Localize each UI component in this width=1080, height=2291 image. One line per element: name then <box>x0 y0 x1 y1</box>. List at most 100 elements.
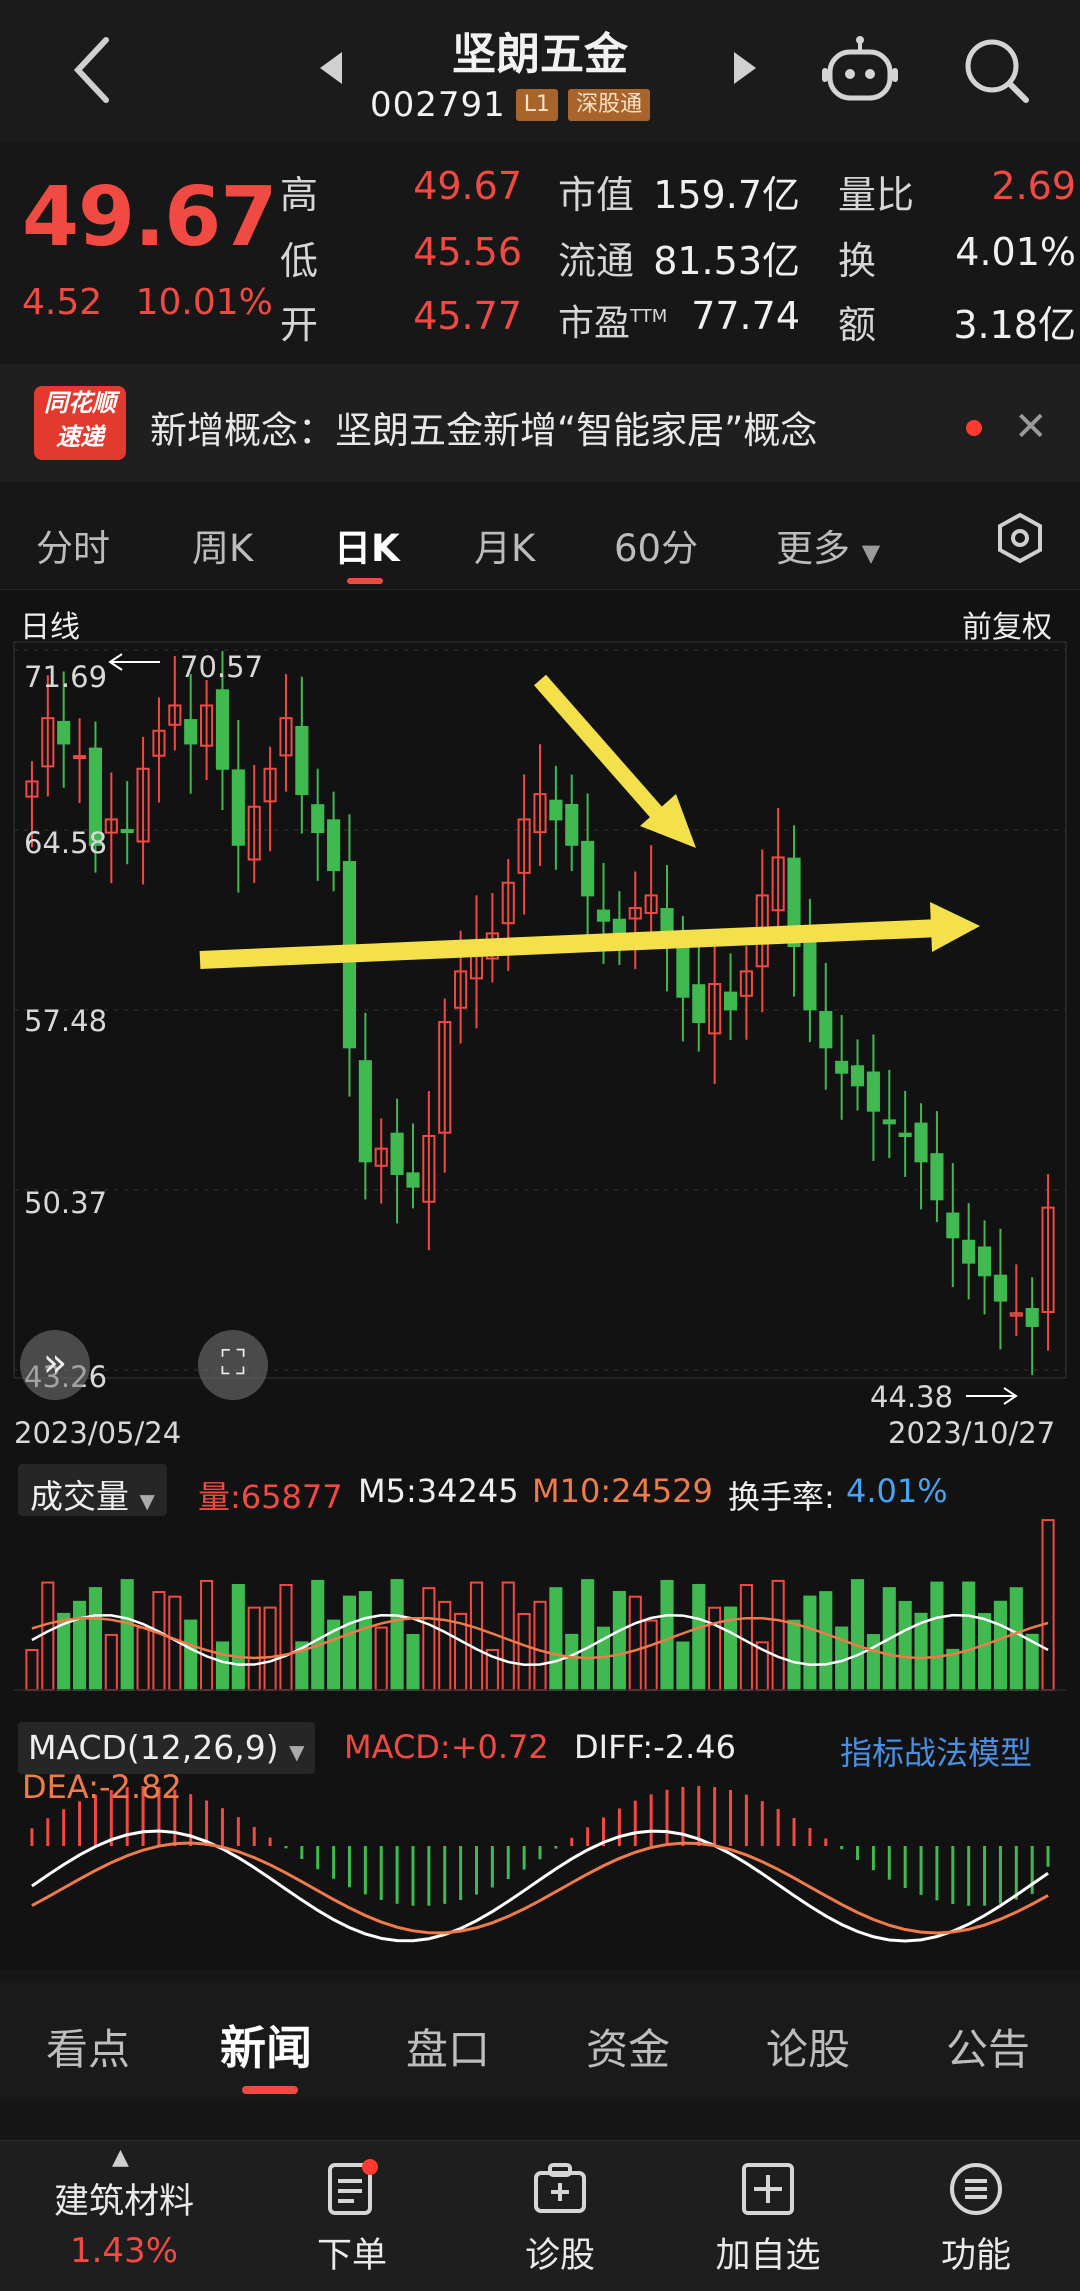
fullscreen-icon[interactable]: ⛶ <box>198 1330 268 1400</box>
candle-body <box>898 1132 912 1137</box>
y-tick-1: 71.69 <box>24 660 108 694</box>
volume-bar <box>803 1595 817 1691</box>
dea-value: DEA:-2.82 <box>22 1768 182 1806</box>
volume-bar <box>676 1641 690 1691</box>
market-cap-value: 159.7亿 <box>653 173 800 217</box>
tab-monthly[interactable]: 月K <box>474 518 535 572</box>
volume-bar <box>739 1584 753 1691</box>
turnover-rate-label: 换手率: <box>728 1478 835 1516</box>
candle-body <box>390 1132 404 1175</box>
expand-left-icon[interactable]: » <box>20 1330 90 1400</box>
kline-chart[interactable]: 日线 前复权 71.69 64.58 57.48 50.37 43.26 70.… <box>0 590 1080 1450</box>
robot-icon[interactable] <box>822 36 898 108</box>
candle-body <box>406 1172 420 1188</box>
volume-bar <box>358 1591 372 1692</box>
diagnose-button[interactable]: 诊股 <box>460 2141 660 2291</box>
change-percent: 10.01% <box>135 282 273 323</box>
volume-ratio-label: 量比 <box>838 173 915 217</box>
candle-body <box>120 829 134 834</box>
change-amount: 4.52 <box>22 282 103 323</box>
volume-panel[interactable]: 成交量 ▼ 量:65877 M5:34245 M10:24529 换手率: 4.… <box>0 1450 1080 1710</box>
y-tick-2: 64.58 <box>24 826 108 860</box>
active-tab-indicator <box>347 578 383 584</box>
selector-caret-icon: ▼ <box>139 1489 155 1513</box>
date-end: 2023/10/27 <box>888 1416 1056 1450</box>
volume-bar <box>104 1633 118 1692</box>
volume-value: 量:65877 <box>198 1478 343 1516</box>
m10-value: M10:24529 <box>532 1472 713 1510</box>
volume-bar <box>200 1579 214 1691</box>
y-tick-3: 57.48 <box>24 1004 108 1038</box>
tab-daily[interactable]: 日K <box>334 518 400 572</box>
add-watchlist-label: 加自选 <box>715 2236 821 2276</box>
high-marker-label: 70.57 <box>180 650 264 684</box>
prev-stock-icon[interactable] <box>316 48 346 88</box>
volume-bar <box>692 1583 706 1691</box>
candle-body <box>73 755 87 760</box>
add-watchlist-button[interactable]: 加自选 <box>668 2141 868 2291</box>
tab-announcements[interactable]: 公告 <box>946 2016 1030 2077</box>
candle-body <box>231 769 245 846</box>
order-button[interactable]: 下单 <box>252 2141 452 2291</box>
tab-news[interactable]: 新闻 <box>220 2012 312 2078</box>
tab-more[interactable]: 更多 ▼ <box>776 518 880 572</box>
volume-bar <box>231 1583 245 1691</box>
unread-dot-icon <box>966 420 982 436</box>
settings-hexagon-icon[interactable] <box>994 512 1046 564</box>
period-tabs: 分时 周K 日K 月K 60分 更多 ▼ <box>0 482 1080 590</box>
function-button[interactable]: 功能 <box>876 2141 1076 2291</box>
close-icon[interactable]: ✕ <box>1014 404 1048 450</box>
tab-60min[interactable]: 60分 <box>614 518 698 572</box>
volume-bar <box>993 1600 1007 1691</box>
volume-bar <box>819 1591 833 1691</box>
volume-bar <box>342 1595 357 1691</box>
menu-icon <box>950 2163 1002 2215</box>
volume-bar <box>1041 1519 1055 1691</box>
indicator-selector-label: 成交量 <box>30 1477 129 1516</box>
m5-value: M5:34245 <box>358 1472 519 1510</box>
tab-intraday[interactable]: 分时 <box>36 518 110 572</box>
candle-body <box>819 1011 833 1049</box>
macd-caret-icon: ▼ <box>289 1740 305 1764</box>
macd-panel[interactable]: MACD(12,26,9) ▼ MACD:+0.72 DIFF:-2.46 指标… <box>0 1710 1080 1970</box>
tab-order-book[interactable]: 盘口 <box>406 2016 490 2077</box>
candle-body <box>866 1071 880 1112</box>
volume-bar <box>41 1581 55 1692</box>
low-marker-label: 44.38 <box>870 1380 954 1414</box>
tab-funds[interactable]: 资金 <box>586 2016 670 2077</box>
dropdown-caret-icon: ▼ <box>861 539 881 567</box>
indicator-strategy-link[interactable]: 指标战法模型 <box>840 1728 1032 1774</box>
quote-panel: 49.67 4.52 10.01% 高 49.67 低 45.56 开 45.7… <box>0 142 1080 364</box>
candle-body <box>993 1274 1007 1302</box>
volume-bar <box>977 1613 992 1692</box>
turnover-value: 4.01% <box>955 230 1076 274</box>
indicator-selector[interactable]: 成交量 ▼ <box>18 1464 167 1516</box>
candle-body <box>962 1239 976 1264</box>
tab-weekly[interactable]: 周K <box>192 518 253 572</box>
volume-ratio-value: 2.69 <box>991 164 1076 208</box>
volume-bar <box>311 1579 325 1691</box>
tab-highlights[interactable]: 看点 <box>46 2016 130 2077</box>
price-change: 4.52 10.01% <box>22 282 273 323</box>
candle-body <box>596 909 611 922</box>
candle-body <box>327 819 341 872</box>
order-label: 下单 <box>316 2236 387 2276</box>
volume-bar <box>708 1606 722 1691</box>
next-stock-icon[interactable] <box>730 48 760 88</box>
news-ticker[interactable]: 同花顺 速递 新增概念：坚朗五金新增“智能家居”概念 <box>0 364 1080 482</box>
search-icon[interactable] <box>962 36 1032 106</box>
add-watchlist-icon <box>742 2163 794 2215</box>
tab-more-label: 更多 <box>776 527 850 570</box>
turnover-label: 换 <box>838 239 877 283</box>
sector-item[interactable]: ▲ 建筑材料 1.43% <box>24 2141 224 2291</box>
volume-bar <box>406 1634 420 1691</box>
tab-discussion[interactable]: 论股 <box>766 2016 850 2077</box>
adjust-mode-label[interactable]: 前复权 <box>962 602 1052 646</box>
chart-type-label: 日线 <box>20 610 80 645</box>
volume-bar <box>501 1581 515 1691</box>
volume-bar <box>279 1583 293 1691</box>
low-value: 45.56 <box>413 230 522 274</box>
logo-line-2: 速递 <box>56 423 104 451</box>
macd-selector[interactable]: MACD(12,26,9) ▼ <box>18 1722 315 1774</box>
kline-svg[interactable] <box>0 590 1080 1450</box>
